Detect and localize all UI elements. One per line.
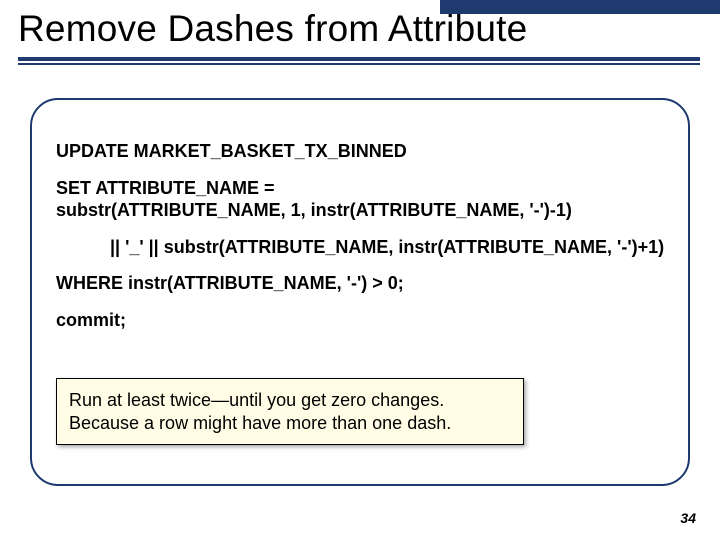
sql-set: SET ATTRIBUTE_NAME = substr(ATTRIBUTE_NA… — [56, 177, 668, 222]
title-underline-thick — [18, 57, 700, 61]
sql-set-line2: substr(ATTRIBUTE_NAME, 1, instr(ATTRIBUT… — [56, 200, 572, 220]
slide-title: Remove Dashes from Attribute — [18, 8, 700, 51]
slide: Remove Dashes from Attribute UPDATE MARK… — [0, 0, 720, 540]
sql-block: UPDATE MARKET_BASKET_TX_BINNED SET ATTRI… — [56, 140, 668, 345]
note-line2: Because a row might have more than one d… — [69, 413, 451, 433]
sql-set-line1: SET ATTRIBUTE_NAME = — [56, 178, 275, 198]
sql-where: WHERE instr(ATTRIBUTE_NAME, '-') > 0; — [56, 272, 668, 295]
note-callout: Run at least twice—until you get zero ch… — [56, 378, 524, 445]
sql-update: UPDATE MARKET_BASKET_TX_BINNED — [56, 140, 668, 163]
note-line1: Run at least twice—until you get zero ch… — [69, 390, 444, 410]
page-number: 34 — [680, 510, 696, 526]
top-accent-bar — [440, 0, 720, 14]
sql-commit: commit; — [56, 309, 668, 332]
sql-concat: || '_' || substr(ATTRIBUTE_NAME, instr(A… — [56, 236, 668, 259]
title-underline-thin — [18, 63, 700, 65]
